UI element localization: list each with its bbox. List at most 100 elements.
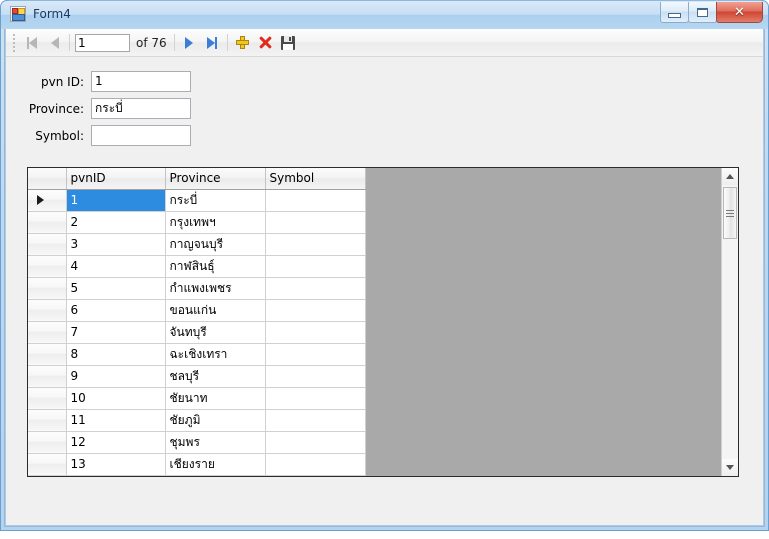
move-next-button[interactable]: [178, 32, 201, 54]
cell-province[interactable]: กระบี่: [165, 189, 266, 212]
cell-symbol[interactable]: [265, 299, 366, 322]
cell-province[interactable]: กาฬสินธุ์: [165, 255, 266, 278]
row-header-cell[interactable]: [28, 409, 67, 432]
table-row[interactable]: 12 ชุมพร: [28, 431, 366, 454]
cell-symbol[interactable]: [265, 321, 366, 344]
cell-pvnid[interactable]: 1: [66, 189, 166, 212]
table-row[interactable]: 6 ขอนแก่น: [28, 299, 366, 322]
cell-province[interactable]: ชุมพร: [165, 431, 266, 454]
table-row[interactable]: 7 จันทบุรี: [28, 321, 366, 344]
previous-record-icon: [50, 36, 59, 49]
cell-pvnid[interactable]: 13: [66, 453, 166, 476]
cell-symbol[interactable]: [265, 233, 366, 256]
move-previous-button[interactable]: [43, 32, 66, 54]
save-data-button[interactable]: [277, 32, 300, 54]
close-button[interactable]: ✕: [716, 2, 763, 23]
table-row[interactable]: 10 ชัยนาท: [28, 387, 366, 410]
last-record-icon: [207, 36, 218, 49]
cell-pvnid[interactable]: 2: [66, 211, 166, 234]
table-row[interactable]: 9 ชลบุรี: [28, 365, 366, 388]
scrollbar-thumb[interactable]: [723, 187, 737, 239]
table-row[interactable]: 5 กำแพงเพชร: [28, 277, 366, 300]
window-controls: ✕: [660, 2, 763, 24]
data-grid-body: 1 กระบี่ 2 กรุงเทพฯ 3 กาญจนบุรี 4 กาฬสินธุ์ 5 กำแ…: [28, 189, 366, 476]
scroll-up-button[interactable]: [722, 168, 738, 185]
title-bar[interactable]: Form4 ✕: [1, 1, 768, 29]
save-data-icon: [281, 35, 296, 50]
cell-province[interactable]: ชัยภูมิ: [165, 409, 266, 432]
cell-province[interactable]: กรุงเทพฯ: [165, 211, 266, 234]
cell-province[interactable]: ชลบุรี: [165, 365, 266, 388]
pvn-id-input[interactable]: 1: [91, 71, 191, 92]
row-header-cell[interactable]: [28, 321, 67, 344]
cell-province[interactable]: กาญจนบุรี: [165, 233, 266, 256]
form-client-area: 1 of 76 pvn ID: 1 Province: กระบี่ Symbo…: [5, 29, 764, 526]
grid-vertical-scrollbar[interactable]: [721, 168, 738, 476]
symbol-input[interactable]: [91, 125, 191, 146]
cell-symbol[interactable]: [265, 365, 366, 388]
cell-symbol[interactable]: [265, 431, 366, 454]
column-header-symbol[interactable]: Symbol: [265, 168, 366, 190]
row-header-cell[interactable]: [28, 277, 67, 300]
table-row[interactable]: 13 เชียงราย: [28, 453, 366, 476]
maximize-button[interactable]: [688, 2, 717, 23]
row-header-cell[interactable]: [28, 343, 67, 366]
cell-pvnid[interactable]: 10: [66, 387, 166, 410]
scroll-down-button[interactable]: [722, 459, 738, 476]
row-header-cell[interactable]: [28, 233, 67, 256]
cell-pvnid[interactable]: 3: [66, 233, 166, 256]
cell-symbol[interactable]: [265, 255, 366, 278]
cell-symbol[interactable]: [265, 211, 366, 234]
table-row[interactable]: 3 กาญจนบุรี: [28, 233, 366, 256]
row-header-cell[interactable]: [28, 189, 67, 212]
table-row[interactable]: 2 กรุงเทพฯ: [28, 211, 366, 234]
title-bar-left: Form4: [10, 6, 71, 22]
cell-pvnid[interactable]: 11: [66, 409, 166, 432]
cell-province[interactable]: จันทบุรี: [165, 321, 266, 344]
cell-pvnid[interactable]: 6: [66, 299, 166, 322]
minimize-button[interactable]: [660, 2, 689, 23]
cell-province[interactable]: ขอนแก่น: [165, 299, 266, 322]
table-row[interactable]: 8 ฉะเชิงเทรา: [28, 343, 366, 366]
cell-province[interactable]: เชียงราย: [165, 453, 266, 476]
delete-record-button[interactable]: [254, 32, 277, 54]
row-header-cell[interactable]: [28, 211, 67, 234]
add-record-button[interactable]: [231, 32, 254, 54]
table-row[interactable]: 11 ชัยภูมิ: [28, 409, 366, 432]
cell-pvnid[interactable]: 4: [66, 255, 166, 278]
record-position-input[interactable]: 1: [75, 33, 130, 52]
cell-symbol[interactable]: [265, 189, 366, 212]
cell-pvnid[interactable]: 12: [66, 431, 166, 454]
row-header-cell[interactable]: [28, 255, 67, 278]
toolbar-grip[interactable]: [10, 33, 18, 52]
cell-province[interactable]: กำแพงเพชร: [165, 277, 266, 300]
row-header-cell[interactable]: [28, 299, 67, 322]
column-header-province[interactable]: Province: [165, 168, 266, 190]
cell-province[interactable]: ชัยนาท: [165, 387, 266, 410]
table-row[interactable]: 1 กระบี่: [28, 189, 366, 212]
cell-pvnid[interactable]: 9: [66, 365, 166, 388]
header-row: pvnID Province Symbol: [28, 168, 366, 190]
cell-symbol[interactable]: [265, 453, 366, 476]
cell-pvnid[interactable]: 8: [66, 343, 166, 366]
chevron-down-icon: [726, 465, 734, 470]
window-title: Form4: [33, 7, 71, 21]
row-header-cell[interactable]: [28, 431, 67, 454]
provinces-data-grid[interactable]: pvnID Province Symbol 1 กระบี่ 2 กรุงเทพฯ 3 ก…: [27, 167, 739, 477]
cell-pvnid[interactable]: 5: [66, 277, 166, 300]
cell-symbol[interactable]: [265, 387, 366, 410]
cell-province[interactable]: ฉะเชิงเทรา: [165, 343, 266, 366]
move-last-button[interactable]: [201, 32, 224, 54]
row-header-cell[interactable]: [28, 365, 67, 388]
cell-symbol[interactable]: [265, 343, 366, 366]
table-row[interactable]: 4 กาฬสินธุ์: [28, 255, 366, 278]
row-header-cell[interactable]: [28, 453, 67, 476]
column-header-pvnid[interactable]: pvnID: [66, 168, 166, 190]
cell-symbol[interactable]: [265, 277, 366, 300]
row-header-corner[interactable]: [28, 168, 67, 190]
cell-symbol[interactable]: [265, 409, 366, 432]
row-header-cell[interactable]: [28, 387, 67, 410]
cell-pvnid[interactable]: 7: [66, 321, 166, 344]
province-input[interactable]: กระบี่: [91, 98, 191, 119]
move-first-button[interactable]: [20, 32, 43, 54]
